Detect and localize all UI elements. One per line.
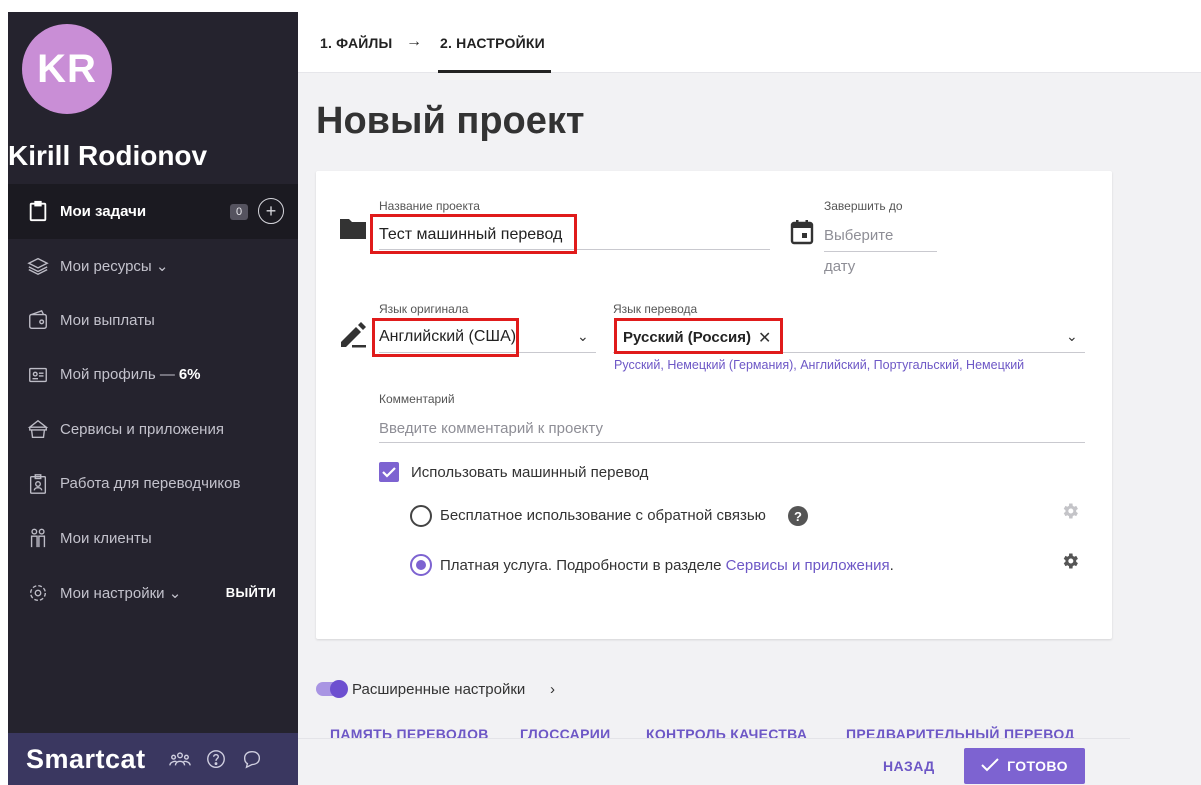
chevron-right-icon[interactable]: › (550, 681, 555, 698)
sidebar-item-label: Мой профиль — (60, 366, 175, 384)
services-link[interactable]: Сервисы и приложения (726, 557, 890, 574)
paid-option-label[interactable]: Платная услуга. Подробности в разделе Се… (440, 557, 894, 574)
source-lang-label: Язык оригинала (379, 302, 469, 316)
free-option-label[interactable]: Бесплатное использование с обратной связ… (440, 507, 766, 524)
sidebar: KR Kirill Rodionov Мои задачи 0 + Мои ре… (8, 12, 298, 785)
basket-icon (26, 417, 50, 441)
target-lang-label: Язык перевода (613, 302, 698, 316)
layers-icon (26, 254, 50, 278)
clipboard-icon (26, 199, 50, 223)
deadline-input[interactable]: Выберите (824, 227, 893, 244)
done-button-label: ГОТОВО (1007, 758, 1068, 774)
deadline-underline (824, 251, 937, 252)
sidebar-item-label: Работа для переводчиков (60, 475, 241, 493)
gear-icon[interactable] (1059, 500, 1081, 522)
smartcat-logo[interactable]: Smartcat (26, 744, 146, 775)
project-name-label: Название проекта (379, 199, 480, 213)
help-icon[interactable] (204, 747, 228, 771)
sidebar-item-my-profile[interactable]: Мой профиль — 6% (8, 348, 298, 403)
id-card-icon (26, 363, 50, 387)
back-button[interactable]: НАЗАД (883, 758, 935, 774)
check-icon (981, 757, 999, 775)
radio-paid-option[interactable] (410, 554, 432, 576)
badge-icon (26, 472, 50, 496)
stepper-header: 1. ФАЙЛЫ → 2. НАСТРОЙКИ (298, 0, 1201, 73)
sidebar-item-my-payouts[interactable]: Мои выплаты (8, 293, 298, 348)
sidebar-item-label: Мои ресурсы ⌄ (60, 257, 169, 275)
sidebar-item-label: Мои выплаты (60, 311, 155, 329)
toggle-knob (330, 680, 348, 698)
avatar[interactable]: KR (22, 24, 112, 114)
target-lang-suggestions[interactable]: Русский, Немецкий (Германия), Английский… (614, 358, 1024, 372)
mt-checkbox-label[interactable]: Использовать машинный перевод (411, 464, 648, 481)
paid-option-text: Платная услуга. Подробности в разделе (440, 557, 726, 574)
gear-icon (26, 581, 50, 605)
profile-percent: 6% (178, 366, 201, 384)
step-files[interactable]: 1. ФАЙЛЫ (320, 35, 392, 51)
sidebar-item-label: Мои задачи (60, 202, 147, 220)
sidebar-item-my-resources[interactable]: Мои ресурсы ⌄ (8, 239, 298, 294)
step-settings[interactable]: 2. НАСТРОЙКИ (440, 35, 545, 51)
tasks-count-badge: 0 (230, 204, 248, 220)
sidebar-item-my-clients[interactable]: Мои клиенты (8, 511, 298, 566)
active-step-indicator (438, 70, 551, 73)
calendar-icon (790, 219, 814, 250)
gear-icon[interactable] (1059, 550, 1081, 572)
chevron-down-icon[interactable]: ⌄ (1066, 328, 1078, 345)
wallet-icon (26, 308, 50, 332)
help-icon[interactable]: ? (788, 506, 808, 526)
advanced-settings-label[interactable]: Расширенные настройки (352, 681, 525, 698)
highlight-target-lang (614, 318, 783, 354)
sidebar-item-my-settings[interactable]: Мои настройки ⌄ ВЫЙТИ (8, 566, 298, 621)
sidebar-item-label: Сервисы и приложения (60, 420, 224, 438)
sidebar-item-label: Мои настройки ⌄ (60, 584, 182, 602)
paid-option-suffix: . (889, 557, 894, 574)
user-name[interactable]: Kirill Rodionov (8, 140, 207, 172)
arrow-right-icon: → (406, 33, 422, 50)
folder-icon (339, 216, 367, 245)
chevron-down-icon[interactable]: ⌄ (577, 328, 589, 345)
chat-icon[interactable] (240, 747, 264, 771)
comment-input[interactable]: Введите комментарий к проекту (379, 420, 603, 437)
sidebar-footer: Smartcat (8, 733, 298, 785)
page-title: Новый проект (316, 100, 585, 142)
sidebar-item-label: Мои клиенты (60, 529, 152, 547)
radio-free-option[interactable] (410, 505, 432, 527)
sidebar-item-my-tasks[interactable]: Мои задачи 0 + (8, 184, 298, 239)
mt-checkbox[interactable] (379, 462, 399, 482)
sidebar-item-translator-jobs[interactable]: Работа для переводчиков (8, 457, 298, 512)
sidebar-item-services[interactable]: Сервисы и приложения (8, 402, 298, 457)
people-icon (26, 526, 50, 550)
add-task-button[interactable]: + (258, 198, 284, 224)
team-icon[interactable] (168, 747, 192, 771)
highlight-source-lang (372, 318, 519, 357)
pencil-icon (338, 320, 368, 353)
deadline-label: Завершить до (824, 199, 903, 213)
sidebar-menu: Мои задачи 0 + Мои ресурсы ⌄ Мои выплаты… (8, 184, 298, 620)
advanced-settings-toggle[interactable] (316, 680, 348, 698)
comment-underline (379, 442, 1085, 443)
done-button[interactable]: ГОТОВО (964, 748, 1085, 784)
deadline-placeholder-cont: дату (824, 258, 856, 275)
highlight-project-name (370, 214, 577, 254)
logout-button[interactable]: ВЫЙТИ (226, 585, 276, 600)
right-gutter (1130, 73, 1201, 785)
comment-label: Комментарий (379, 392, 455, 406)
